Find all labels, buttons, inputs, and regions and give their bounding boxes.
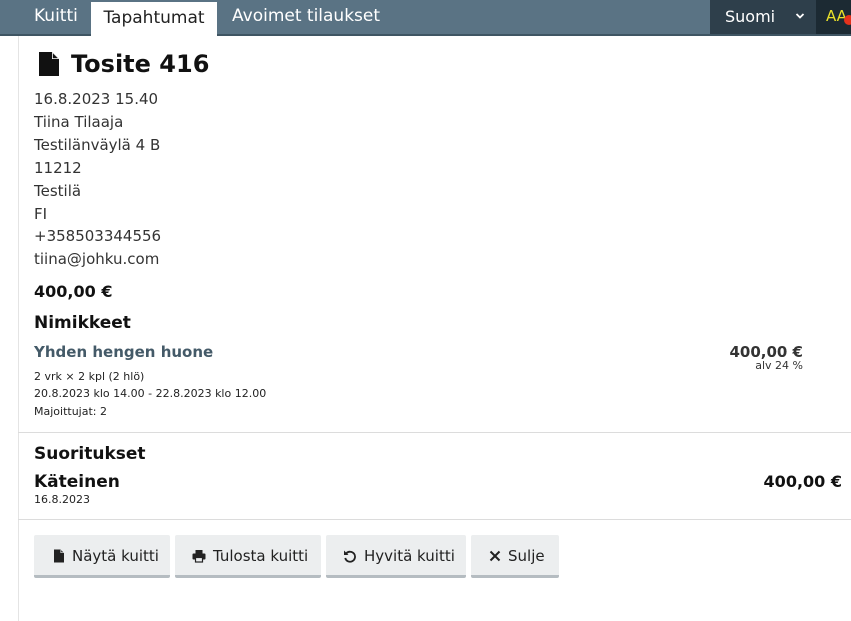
- divider: [18, 432, 851, 433]
- item-quantity: 2 vrk × 2 kpl (2 hlö): [34, 370, 145, 383]
- close-icon: [489, 550, 501, 562]
- show-receipt-button[interactable]: Näytä kuitti: [34, 535, 170, 578]
- refund-receipt-label: Hyvitä kuitti: [364, 547, 455, 565]
- item-guests: Majoittujat: 2: [34, 405, 107, 418]
- language-label: Suomi: [725, 7, 776, 26]
- divider: [18, 519, 851, 520]
- customer-email: tiina@johku.com: [34, 250, 160, 268]
- payment-amount: 400,00 €: [763, 472, 842, 491]
- payment-method: Käteinen: [34, 472, 120, 492]
- show-receipt-label: Näytä kuitti: [72, 547, 159, 565]
- print-receipt-button[interactable]: Tulosta kuitti: [175, 535, 321, 578]
- refund-receipt-button[interactable]: Hyvitä kuitti: [326, 535, 466, 578]
- receipt-total: 400,00 €: [34, 282, 113, 301]
- customer-city: Testilä: [34, 182, 82, 200]
- item-name: Yhden hengen huone: [34, 343, 214, 361]
- customer-country: FI: [34, 205, 48, 223]
- chevron-down-icon: [795, 13, 805, 19]
- tab-tapahtumat[interactable]: Tapahtumat: [91, 2, 217, 36]
- payment-date: 16.8.2023: [34, 493, 90, 506]
- customer-phone: +358503344556: [34, 227, 162, 245]
- document-icon: [39, 52, 59, 76]
- close-label: Sulje: [508, 547, 545, 565]
- document-icon: [54, 549, 64, 563]
- tab-kuitti[interactable]: Kuitti: [34, 0, 78, 34]
- page-title: Tosite 416: [71, 50, 210, 78]
- receipt-datetime: 16.8.2023 15.40: [34, 90, 159, 108]
- item-vat: alv 24 %: [755, 359, 803, 372]
- customer-name: Tiina Tilaaja: [34, 113, 124, 131]
- print-receipt-label: Tulosta kuitti: [213, 547, 309, 565]
- content-left-border: [18, 36, 19, 621]
- undo-icon: [344, 550, 356, 563]
- tab-avoimet-tilaukset[interactable]: Avoimet tilaukset: [232, 0, 380, 34]
- top-navigation-bar: Kuitti Tapahtumat Avoimet tilaukset Suom…: [0, 0, 851, 36]
- item-period: 20.8.2023 klo 14.00 - 22.8.2023 klo 12.0…: [34, 387, 267, 400]
- payments-heading: Suoritukset: [34, 444, 146, 464]
- close-button[interactable]: Sulje: [471, 535, 559, 578]
- customer-street: Testilänväylä 4 B: [34, 136, 161, 154]
- customer-postal-code: 11212: [34, 159, 82, 177]
- printer-icon: [192, 550, 206, 563]
- notification-dot: [844, 15, 851, 25]
- language-select[interactable]: Suomi: [710, 0, 816, 34]
- items-heading: Nimikkeet: [34, 313, 131, 333]
- accessibility-button[interactable]: AA: [816, 0, 851, 34]
